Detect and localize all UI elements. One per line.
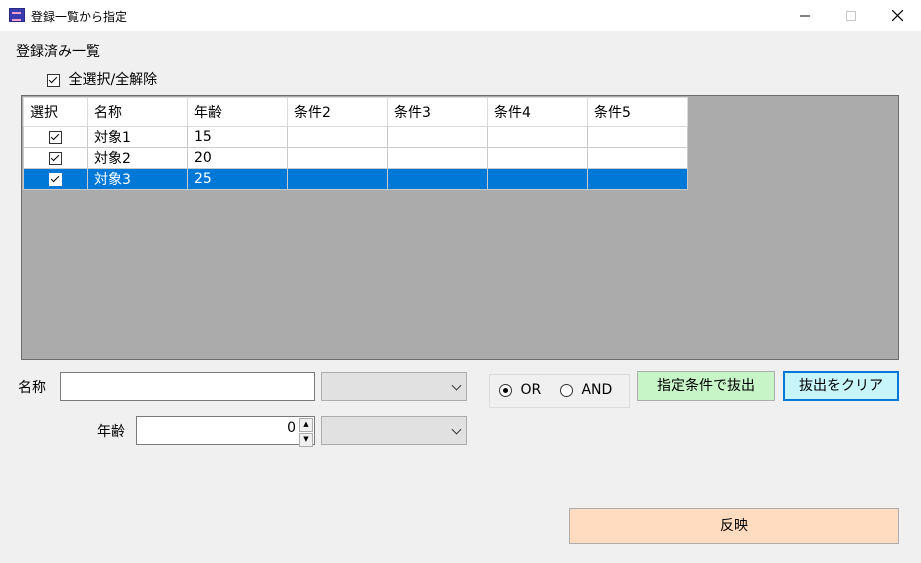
chevron-down-icon	[451, 380, 462, 391]
minimize-button[interactable]	[782, 0, 828, 31]
age-filter-value: 0	[287, 420, 296, 436]
radio-or-label: OR	[520, 382, 542, 398]
cond4-cell[interactable]	[487, 147, 588, 169]
age-filter-combo[interactable]	[321, 416, 467, 445]
chevron-down-icon	[451, 424, 462, 435]
name-filter-label: 名称	[18, 380, 46, 396]
column-header-name[interactable]: 名称	[87, 97, 188, 127]
clear-extract-button[interactable]: 抜出をクリア	[783, 371, 899, 401]
table-row-selected[interactable]: 対象3 25	[23, 168, 688, 190]
cond5-cell[interactable]	[587, 126, 688, 148]
extract-button[interactable]: 指定条件で抜出	[637, 371, 775, 401]
row-select-cell[interactable]	[23, 147, 88, 169]
column-header-cond4[interactable]: 条件4	[487, 97, 588, 127]
column-header-age[interactable]: 年齢	[187, 97, 288, 127]
apply-button[interactable]: 反映	[569, 508, 899, 544]
cond2-cell[interactable]	[287, 147, 388, 169]
cond3-cell[interactable]	[387, 168, 488, 190]
registered-list-grid[interactable]: 選択 名称 年齢 条件2 条件3 条件4 条件5 対象1 15 対象2 20 対…	[21, 95, 899, 360]
row-select-cell[interactable]	[23, 126, 88, 148]
close-icon	[891, 10, 903, 21]
maximize-icon	[846, 10, 856, 21]
name-cell[interactable]: 対象1	[87, 126, 188, 148]
cond4-cell[interactable]	[487, 126, 588, 148]
name-filter-combo[interactable]	[321, 372, 467, 401]
radio-unselected-icon	[560, 383, 573, 397]
table-row[interactable]: 対象2 20	[23, 147, 688, 169]
age-filter-label: 年齢	[97, 424, 125, 440]
column-header-select[interactable]: 選択	[23, 97, 88, 127]
cond2-cell[interactable]	[287, 126, 388, 148]
radio-or[interactable]: OR	[499, 382, 541, 398]
name-cell[interactable]: 対象3	[87, 168, 188, 190]
grid-header-row: 選択 名称 年齢 条件2 条件3 条件4 条件5	[23, 97, 688, 127]
table-row[interactable]: 対象1 15	[23, 126, 688, 148]
spin-down-icon[interactable]: ▼	[299, 433, 313, 447]
minimize-icon	[800, 15, 810, 16]
window-title: 登録一覧から指定	[31, 10, 128, 24]
name-cell[interactable]: 対象2	[87, 147, 188, 169]
radio-selected-icon	[499, 383, 512, 397]
cond3-cell[interactable]	[387, 147, 488, 169]
list-heading: 登録済み一覧	[16, 44, 100, 60]
radio-and-label: AND	[581, 382, 613, 398]
column-header-cond2[interactable]: 条件2	[287, 97, 388, 127]
age-filter-stepper[interactable]: 0 ▲ ▼	[136, 416, 315, 447]
maximize-button	[828, 0, 874, 31]
checkbox-checked-icon	[47, 73, 60, 87]
app-icon	[9, 8, 25, 22]
checkbox-checked-icon[interactable]	[49, 130, 62, 144]
column-header-cond5[interactable]: 条件5	[587, 97, 688, 127]
select-all-label: 全選択/全解除	[68, 72, 158, 88]
age-cell[interactable]: 25	[187, 168, 288, 190]
checkbox-checked-icon[interactable]	[49, 151, 62, 165]
cond4-cell[interactable]	[487, 168, 588, 190]
cond5-cell[interactable]	[587, 147, 688, 169]
column-header-cond3[interactable]: 条件3	[387, 97, 488, 127]
name-filter-input[interactable]	[60, 372, 315, 401]
age-cell[interactable]: 20	[187, 147, 288, 169]
cond2-cell[interactable]	[287, 168, 388, 190]
row-select-cell[interactable]	[23, 168, 88, 190]
title-bar: 登録一覧から指定	[0, 0, 921, 31]
cond5-cell[interactable]	[587, 168, 688, 190]
select-all-checkbox[interactable]: 全選択/全解除	[47, 69, 157, 89]
checkbox-checked-icon[interactable]	[49, 172, 62, 186]
age-cell[interactable]: 15	[187, 126, 288, 148]
spin-up-icon[interactable]: ▲	[299, 418, 313, 432]
close-button[interactable]	[874, 0, 920, 31]
cond3-cell[interactable]	[387, 126, 488, 148]
match-mode-group: OR AND	[489, 374, 630, 408]
radio-and[interactable]: AND	[560, 382, 612, 398]
